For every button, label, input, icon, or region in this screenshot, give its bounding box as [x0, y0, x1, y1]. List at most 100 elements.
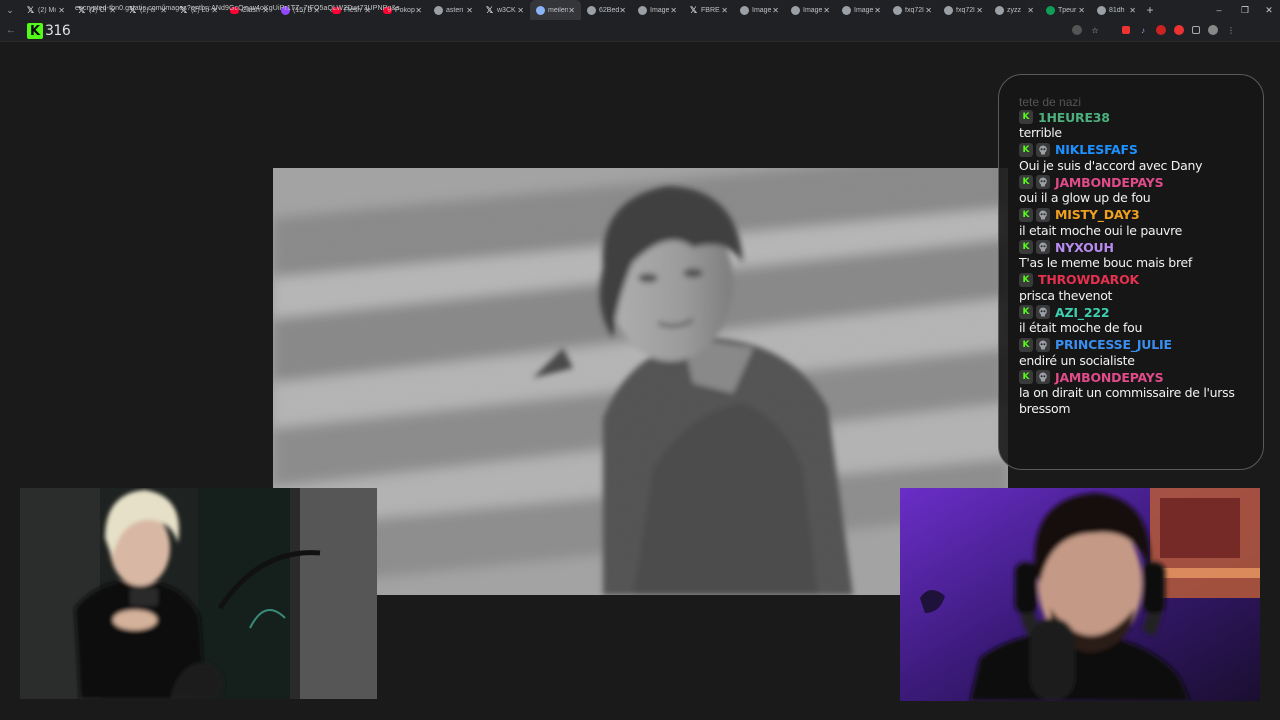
- browser-tab[interactable]: 81dh ✕: [1091, 0, 1142, 20]
- chat-faded-message: tete de nazi: [1019, 95, 1082, 109]
- tab-title: 62Bed: [599, 6, 619, 14]
- tab-close-icon[interactable]: ✕: [721, 6, 728, 15]
- tab-close-icon[interactable]: ✕: [58, 6, 65, 15]
- browser-tab[interactable]: Tpeur ✕: [1040, 0, 1091, 20]
- browser-tab[interactable]: Image ✕: [836, 0, 887, 20]
- chat-message: K 1HEURE38 terrible: [1019, 109, 1255, 141]
- extension-red-icon[interactable]: [1122, 26, 1130, 34]
- tab-close-icon[interactable]: ✕: [619, 6, 626, 15]
- skull-badge-icon: [1036, 337, 1050, 352]
- tab-close-icon[interactable]: ✕: [517, 6, 524, 15]
- browser-tab[interactable]: Image ✕: [632, 0, 683, 20]
- url-field[interactable]: encrypted-tbn0.gstatic.com/images?q=tbn:…: [75, 5, 400, 12]
- kick-badge-icon: K: [1019, 175, 1033, 189]
- chat-username[interactable]: JAMBONDEPAYS: [1055, 370, 1164, 385]
- bw-portrait-photo: [273, 168, 1008, 595]
- chat-message-header: K 1HEURE38: [1019, 109, 1255, 125]
- guest-webcam: [20, 488, 377, 699]
- tab-title: w3CK: [497, 6, 516, 14]
- tab-close-icon[interactable]: ✕: [415, 6, 422, 15]
- browser-menu-icon[interactable]: ⋮: [1226, 25, 1236, 35]
- browser-tab[interactable]: 𝕏 (2) Mi ✕: [20, 0, 71, 20]
- profile-avatar-icon[interactable]: [1208, 25, 1218, 35]
- extension-circle-icon[interactable]: [1174, 25, 1184, 35]
- zoom-icon[interactable]: [1072, 25, 1082, 35]
- toolbar-divider: [1108, 25, 1114, 35]
- chat-messages: K 1HEURE38 terrible K NIKLESFAFS Oui je suis …: [1019, 109, 1255, 416]
- viewer-count: 316: [45, 23, 71, 39]
- tab-close-icon[interactable]: ✕: [1129, 6, 1136, 15]
- chat-username[interactable]: NYXOUH: [1055, 240, 1114, 255]
- globe-icon: [791, 5, 800, 15]
- globe-icon: [842, 5, 851, 15]
- kick-logo-icon: K: [27, 23, 43, 39]
- extension-record-icon[interactable]: [1156, 25, 1166, 35]
- browser-tab[interactable]: Image ✕: [785, 0, 836, 20]
- chat-message: K JAMBONDEPAYS oui il a glow up de fou: [1019, 174, 1255, 206]
- skull-badge-icon: [1036, 370, 1050, 384]
- minimize-button[interactable]: –: [1206, 0, 1232, 20]
- globe-icon: [587, 5, 596, 15]
- tab-title: Image: [803, 6, 823, 14]
- chat-message-text: il etait moche oui le pauvre: [1019, 222, 1183, 238]
- browser-tab[interactable]: 𝕏 FBRE ✕: [683, 0, 734, 20]
- tab-title: Image: [650, 6, 670, 14]
- tab-close-icon[interactable]: ✕: [1078, 6, 1085, 15]
- tab-close-icon[interactable]: ✕: [772, 6, 779, 15]
- tab-close-icon[interactable]: ✕: [466, 6, 473, 15]
- browser-tab[interactable]: Image ✕: [734, 0, 785, 20]
- chat-username[interactable]: MISTY_DAY3: [1055, 207, 1140, 222]
- tab-close-icon[interactable]: ✕: [976, 6, 983, 15]
- tab-close-icon[interactable]: ✕: [568, 6, 575, 15]
- chat-username[interactable]: NIKLESFAFS: [1055, 142, 1138, 157]
- chat-username[interactable]: PRINCESSE_JULIE: [1055, 337, 1172, 352]
- google-icon: [536, 5, 545, 15]
- x-icon: 𝕏: [26, 4, 35, 15]
- browser-tab[interactable]: fxq72l ✕: [887, 0, 938, 20]
- tab-close-icon[interactable]: ✕: [670, 6, 677, 15]
- tab-title: meilen: [548, 6, 568, 14]
- bookmark-star-icon[interactable]: ☆: [1090, 25, 1100, 35]
- kick-viewer-counter: K 316: [27, 22, 75, 40]
- browser-tab[interactable]: 62Bed ✕: [581, 0, 632, 20]
- tab-title: FBRE: [701, 6, 720, 14]
- chat-username[interactable]: AZI_222: [1055, 305, 1110, 320]
- tab-title: 81dh: [1109, 6, 1125, 14]
- globe-icon: [893, 5, 902, 15]
- tab-title: Tpeur: [1058, 6, 1077, 14]
- tab-close-icon[interactable]: ✕: [1027, 6, 1034, 15]
- chat-message-header: K AZI_222: [1019, 304, 1255, 320]
- skull-badge-icon: [1036, 175, 1050, 189]
- chat-username[interactable]: 1HEURE38: [1038, 110, 1110, 125]
- chat-message-header: K JAMBONDEPAYS: [1019, 369, 1255, 385]
- extensions-puzzle-icon[interactable]: [1192, 26, 1200, 34]
- browser-tab[interactable]: zyzz ✕: [989, 0, 1040, 20]
- chat-message-text: la on dirait un commissaire de l'urss br…: [1019, 385, 1235, 416]
- tab-title: fxq72l: [905, 6, 924, 14]
- chat-username[interactable]: THROWDAROK: [1038, 272, 1139, 287]
- chat-message: K AZI_222 il était moche de fou: [1019, 304, 1255, 336]
- tab-close-icon[interactable]: ✕: [925, 6, 932, 15]
- restore-button[interactable]: ❐: [1232, 0, 1258, 20]
- chat-message: K NYXOUH T'as le meme bouc mais bref: [1019, 239, 1255, 271]
- close-window-button[interactable]: ✕: [1256, 0, 1280, 20]
- tab-close-icon[interactable]: ✕: [874, 6, 881, 15]
- back-icon[interactable]: ←: [2, 25, 20, 36]
- tab-title: zyzz: [1007, 6, 1021, 14]
- guest-webcam-feed: [20, 488, 377, 699]
- browser-tab[interactable]: meilen ✕: [530, 0, 581, 20]
- extension-audio-icon[interactable]: ♪: [1138, 25, 1148, 35]
- browser-tab[interactable]: asteri ✕: [428, 0, 479, 20]
- new-tab-button[interactable]: +: [1142, 3, 1158, 17]
- chat-message-text: prisca thevenot: [1019, 287, 1113, 303]
- browser-tab[interactable]: fxq72l ✕: [938, 0, 989, 20]
- tab-title: (2) Mi: [38, 6, 56, 14]
- x-icon: 𝕏: [485, 4, 494, 15]
- tab-search-icon[interactable]: ⌄: [0, 0, 20, 20]
- browser-tab[interactable]: 𝕏w3CK ✕: [479, 0, 530, 20]
- chat-username[interactable]: JAMBONDEPAYS: [1055, 175, 1164, 190]
- kick-badge-icon: K: [1019, 370, 1033, 384]
- chat-message-header: K PRINCESSE_JULIE: [1019, 337, 1255, 353]
- chat-message: K THROWDAROK prisca thevenot: [1019, 272, 1255, 304]
- tab-close-icon[interactable]: ✕: [823, 6, 830, 15]
